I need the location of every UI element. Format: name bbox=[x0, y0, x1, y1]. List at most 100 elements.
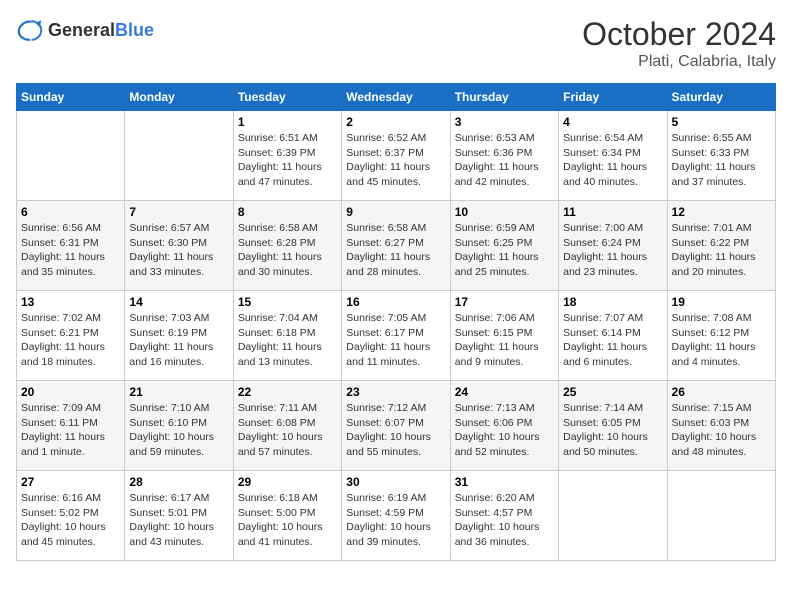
calendar-cell: 22 Sunrise: 7:11 AM Sunset: 6:08 PM Dayli… bbox=[233, 381, 341, 471]
logo-icon bbox=[16, 16, 44, 44]
week-row-4: 20 Sunrise: 7:09 AM Sunset: 6:11 PM Dayli… bbox=[17, 381, 776, 471]
day-info: Sunrise: 6:16 AM Sunset: 5:02 PM Dayligh… bbox=[21, 491, 120, 550]
calendar-cell: 21 Sunrise: 7:10 AM Sunset: 6:10 PM Dayli… bbox=[125, 381, 233, 471]
day-number: 30 bbox=[346, 475, 445, 489]
day-info: Sunrise: 7:00 AM Sunset: 6:24 PM Dayligh… bbox=[563, 221, 662, 280]
day-info: Sunrise: 7:11 AM Sunset: 6:08 PM Dayligh… bbox=[238, 401, 337, 460]
calendar-cell: 8Sunrise: 6:58 AM Sunset: 6:28 PM Daylig… bbox=[233, 201, 341, 291]
location-title: Plati, Calabria, Italy bbox=[582, 53, 776, 71]
calendar-cell: 9Sunrise: 6:58 AM Sunset: 6:27 PM Daylig… bbox=[342, 201, 450, 291]
day-info: Sunrise: 6:51 AM Sunset: 6:39 PM Dayligh… bbox=[238, 131, 337, 190]
calendar-table: SundayMondayTuesdayWednesdayThursdayFrid… bbox=[16, 83, 776, 561]
day-number: 9 bbox=[346, 205, 445, 219]
day-info: Sunrise: 7:07 AM Sunset: 6:14 PM Dayligh… bbox=[563, 311, 662, 370]
day-number: 27 bbox=[21, 475, 120, 489]
day-number: 6 bbox=[21, 205, 120, 219]
month-title: October 2024 bbox=[582, 16, 776, 53]
day-info: Sunrise: 6:19 AM Sunset: 4:59 PM Dayligh… bbox=[346, 491, 445, 550]
day-number: 19 bbox=[672, 295, 771, 309]
day-number: 28 bbox=[129, 475, 228, 489]
day-number: 10 bbox=[455, 205, 554, 219]
day-number: 3 bbox=[455, 115, 554, 129]
calendar-cell bbox=[17, 111, 125, 201]
day-info: Sunrise: 7:02 AM Sunset: 6:21 PM Dayligh… bbox=[21, 311, 120, 370]
calendar-cell: 13 Sunrise: 7:02 AM Sunset: 6:21 PM Dayli… bbox=[17, 291, 125, 381]
day-number: 15 bbox=[238, 295, 337, 309]
day-info: Sunrise: 7:08 AM Sunset: 6:12 PM Dayligh… bbox=[672, 311, 771, 370]
calendar-cell: 27 Sunrise: 6:16 AM Sunset: 5:02 PM Dayli… bbox=[17, 471, 125, 561]
calendar-cell: 7Sunrise: 6:57 AM Sunset: 6:30 PM Daylig… bbox=[125, 201, 233, 291]
page-header: GeneralBlue October 2024 Plati, Calabria… bbox=[16, 16, 776, 71]
calendar-cell: 1Sunrise: 6:51 AM Sunset: 6:39 PM Daylig… bbox=[233, 111, 341, 201]
day-info: Sunrise: 7:13 AM Sunset: 6:06 PM Dayligh… bbox=[455, 401, 554, 460]
calendar-cell bbox=[125, 111, 233, 201]
calendar-cell: 30 Sunrise: 6:19 AM Sunset: 4:59 PM Dayli… bbox=[342, 471, 450, 561]
day-header-sunday: Sunday bbox=[17, 84, 125, 111]
day-number: 13 bbox=[21, 295, 120, 309]
day-info: Sunrise: 7:14 AM Sunset: 6:05 PM Dayligh… bbox=[563, 401, 662, 460]
day-header-tuesday: Tuesday bbox=[233, 84, 341, 111]
calendar-cell: 3Sunrise: 6:53 AM Sunset: 6:36 PM Daylig… bbox=[450, 111, 558, 201]
calendar-cell: 15 Sunrise: 7:04 AM Sunset: 6:18 PM Dayli… bbox=[233, 291, 341, 381]
day-header-thursday: Thursday bbox=[450, 84, 558, 111]
calendar-cell: 6 Sunrise: 6:56 AM Sunset: 6:31 PM Daylig… bbox=[17, 201, 125, 291]
week-row-2: 6 Sunrise: 6:56 AM Sunset: 6:31 PM Daylig… bbox=[17, 201, 776, 291]
calendar-cell: 16 Sunrise: 7:05 AM Sunset: 6:17 PM Dayli… bbox=[342, 291, 450, 381]
calendar-cell: 28Sunrise: 6:17 AM Sunset: 5:01 PM Dayli… bbox=[125, 471, 233, 561]
day-header-saturday: Saturday bbox=[667, 84, 775, 111]
calendar-cell: 17 Sunrise: 7:06 AM Sunset: 6:15 PM Dayli… bbox=[450, 291, 558, 381]
calendar-cell: 18 Sunrise: 7:07 AM Sunset: 6:14 PM Dayli… bbox=[559, 291, 667, 381]
day-number: 4 bbox=[563, 115, 662, 129]
day-number: 24 bbox=[455, 385, 554, 399]
calendar-cell: 12 Sunrise: 7:01 AM Sunset: 6:22 PM Dayli… bbox=[667, 201, 775, 291]
day-header-wednesday: Wednesday bbox=[342, 84, 450, 111]
day-header-row: SundayMondayTuesdayWednesdayThursdayFrid… bbox=[17, 84, 776, 111]
calendar-cell: 31Sunrise: 6:20 AM Sunset: 4:57 PM Dayli… bbox=[450, 471, 558, 561]
calendar-cell: 11Sunrise: 7:00 AM Sunset: 6:24 PM Dayli… bbox=[559, 201, 667, 291]
day-info: Sunrise: 7:09 AM Sunset: 6:11 PM Dayligh… bbox=[21, 401, 120, 460]
day-info: Sunrise: 6:18 AM Sunset: 5:00 PM Dayligh… bbox=[238, 491, 337, 550]
day-info: Sunrise: 7:12 AM Sunset: 6:07 PM Dayligh… bbox=[346, 401, 445, 460]
week-row-1: 1Sunrise: 6:51 AM Sunset: 6:39 PM Daylig… bbox=[17, 111, 776, 201]
calendar-cell bbox=[559, 471, 667, 561]
calendar-cell: 4Sunrise: 6:54 AM Sunset: 6:34 PM Daylig… bbox=[559, 111, 667, 201]
calendar-cell: 19 Sunrise: 7:08 AM Sunset: 6:12 PM Dayli… bbox=[667, 291, 775, 381]
calendar-cell: 25 Sunrise: 7:14 AM Sunset: 6:05 PM Dayli… bbox=[559, 381, 667, 471]
day-number: 17 bbox=[455, 295, 554, 309]
day-info: Sunrise: 7:15 AM Sunset: 6:03 PM Dayligh… bbox=[672, 401, 771, 460]
calendar-cell: 5Sunrise: 6:55 AM Sunset: 6:33 PM Daylig… bbox=[667, 111, 775, 201]
calendar-cell: 29 Sunrise: 6:18 AM Sunset: 5:00 PM Dayli… bbox=[233, 471, 341, 561]
day-info: Sunrise: 6:56 AM Sunset: 6:31 PM Dayligh… bbox=[21, 221, 120, 280]
day-number: 8 bbox=[238, 205, 337, 219]
calendar-cell: 14 Sunrise: 7:03 AM Sunset: 6:19 PM Dayli… bbox=[125, 291, 233, 381]
week-row-3: 13 Sunrise: 7:02 AM Sunset: 6:21 PM Dayli… bbox=[17, 291, 776, 381]
day-info: Sunrise: 6:55 AM Sunset: 6:33 PM Dayligh… bbox=[672, 131, 771, 190]
day-header-friday: Friday bbox=[559, 84, 667, 111]
day-info: Sunrise: 6:20 AM Sunset: 4:57 PM Dayligh… bbox=[455, 491, 554, 550]
logo-text: GeneralBlue bbox=[48, 20, 154, 41]
day-info: Sunrise: 7:05 AM Sunset: 6:17 PM Dayligh… bbox=[346, 311, 445, 370]
calendar-cell: 26 Sunrise: 7:15 AM Sunset: 6:03 PM Dayli… bbox=[667, 381, 775, 471]
day-number: 12 bbox=[672, 205, 771, 219]
day-info: Sunrise: 7:01 AM Sunset: 6:22 PM Dayligh… bbox=[672, 221, 771, 280]
day-info: Sunrise: 6:57 AM Sunset: 6:30 PM Dayligh… bbox=[129, 221, 228, 280]
day-info: Sunrise: 6:59 AM Sunset: 6:25 PM Dayligh… bbox=[455, 221, 554, 280]
calendar-cell bbox=[667, 471, 775, 561]
day-info: Sunrise: 7:04 AM Sunset: 6:18 PM Dayligh… bbox=[238, 311, 337, 370]
day-info: Sunrise: 7:10 AM Sunset: 6:10 PM Dayligh… bbox=[129, 401, 228, 460]
day-number: 16 bbox=[346, 295, 445, 309]
day-number: 21 bbox=[129, 385, 228, 399]
day-number: 29 bbox=[238, 475, 337, 489]
day-number: 25 bbox=[563, 385, 662, 399]
day-number: 18 bbox=[563, 295, 662, 309]
day-header-monday: Monday bbox=[125, 84, 233, 111]
day-info: Sunrise: 7:06 AM Sunset: 6:15 PM Dayligh… bbox=[455, 311, 554, 370]
calendar-cell: 23 Sunrise: 7:12 AM Sunset: 6:07 PM Dayli… bbox=[342, 381, 450, 471]
day-number: 22 bbox=[238, 385, 337, 399]
day-info: Sunrise: 7:03 AM Sunset: 6:19 PM Dayligh… bbox=[129, 311, 228, 370]
day-number: 26 bbox=[672, 385, 771, 399]
day-number: 14 bbox=[129, 295, 228, 309]
day-number: 23 bbox=[346, 385, 445, 399]
day-number: 20 bbox=[21, 385, 120, 399]
calendar-cell: 20 Sunrise: 7:09 AM Sunset: 6:11 PM Dayli… bbox=[17, 381, 125, 471]
